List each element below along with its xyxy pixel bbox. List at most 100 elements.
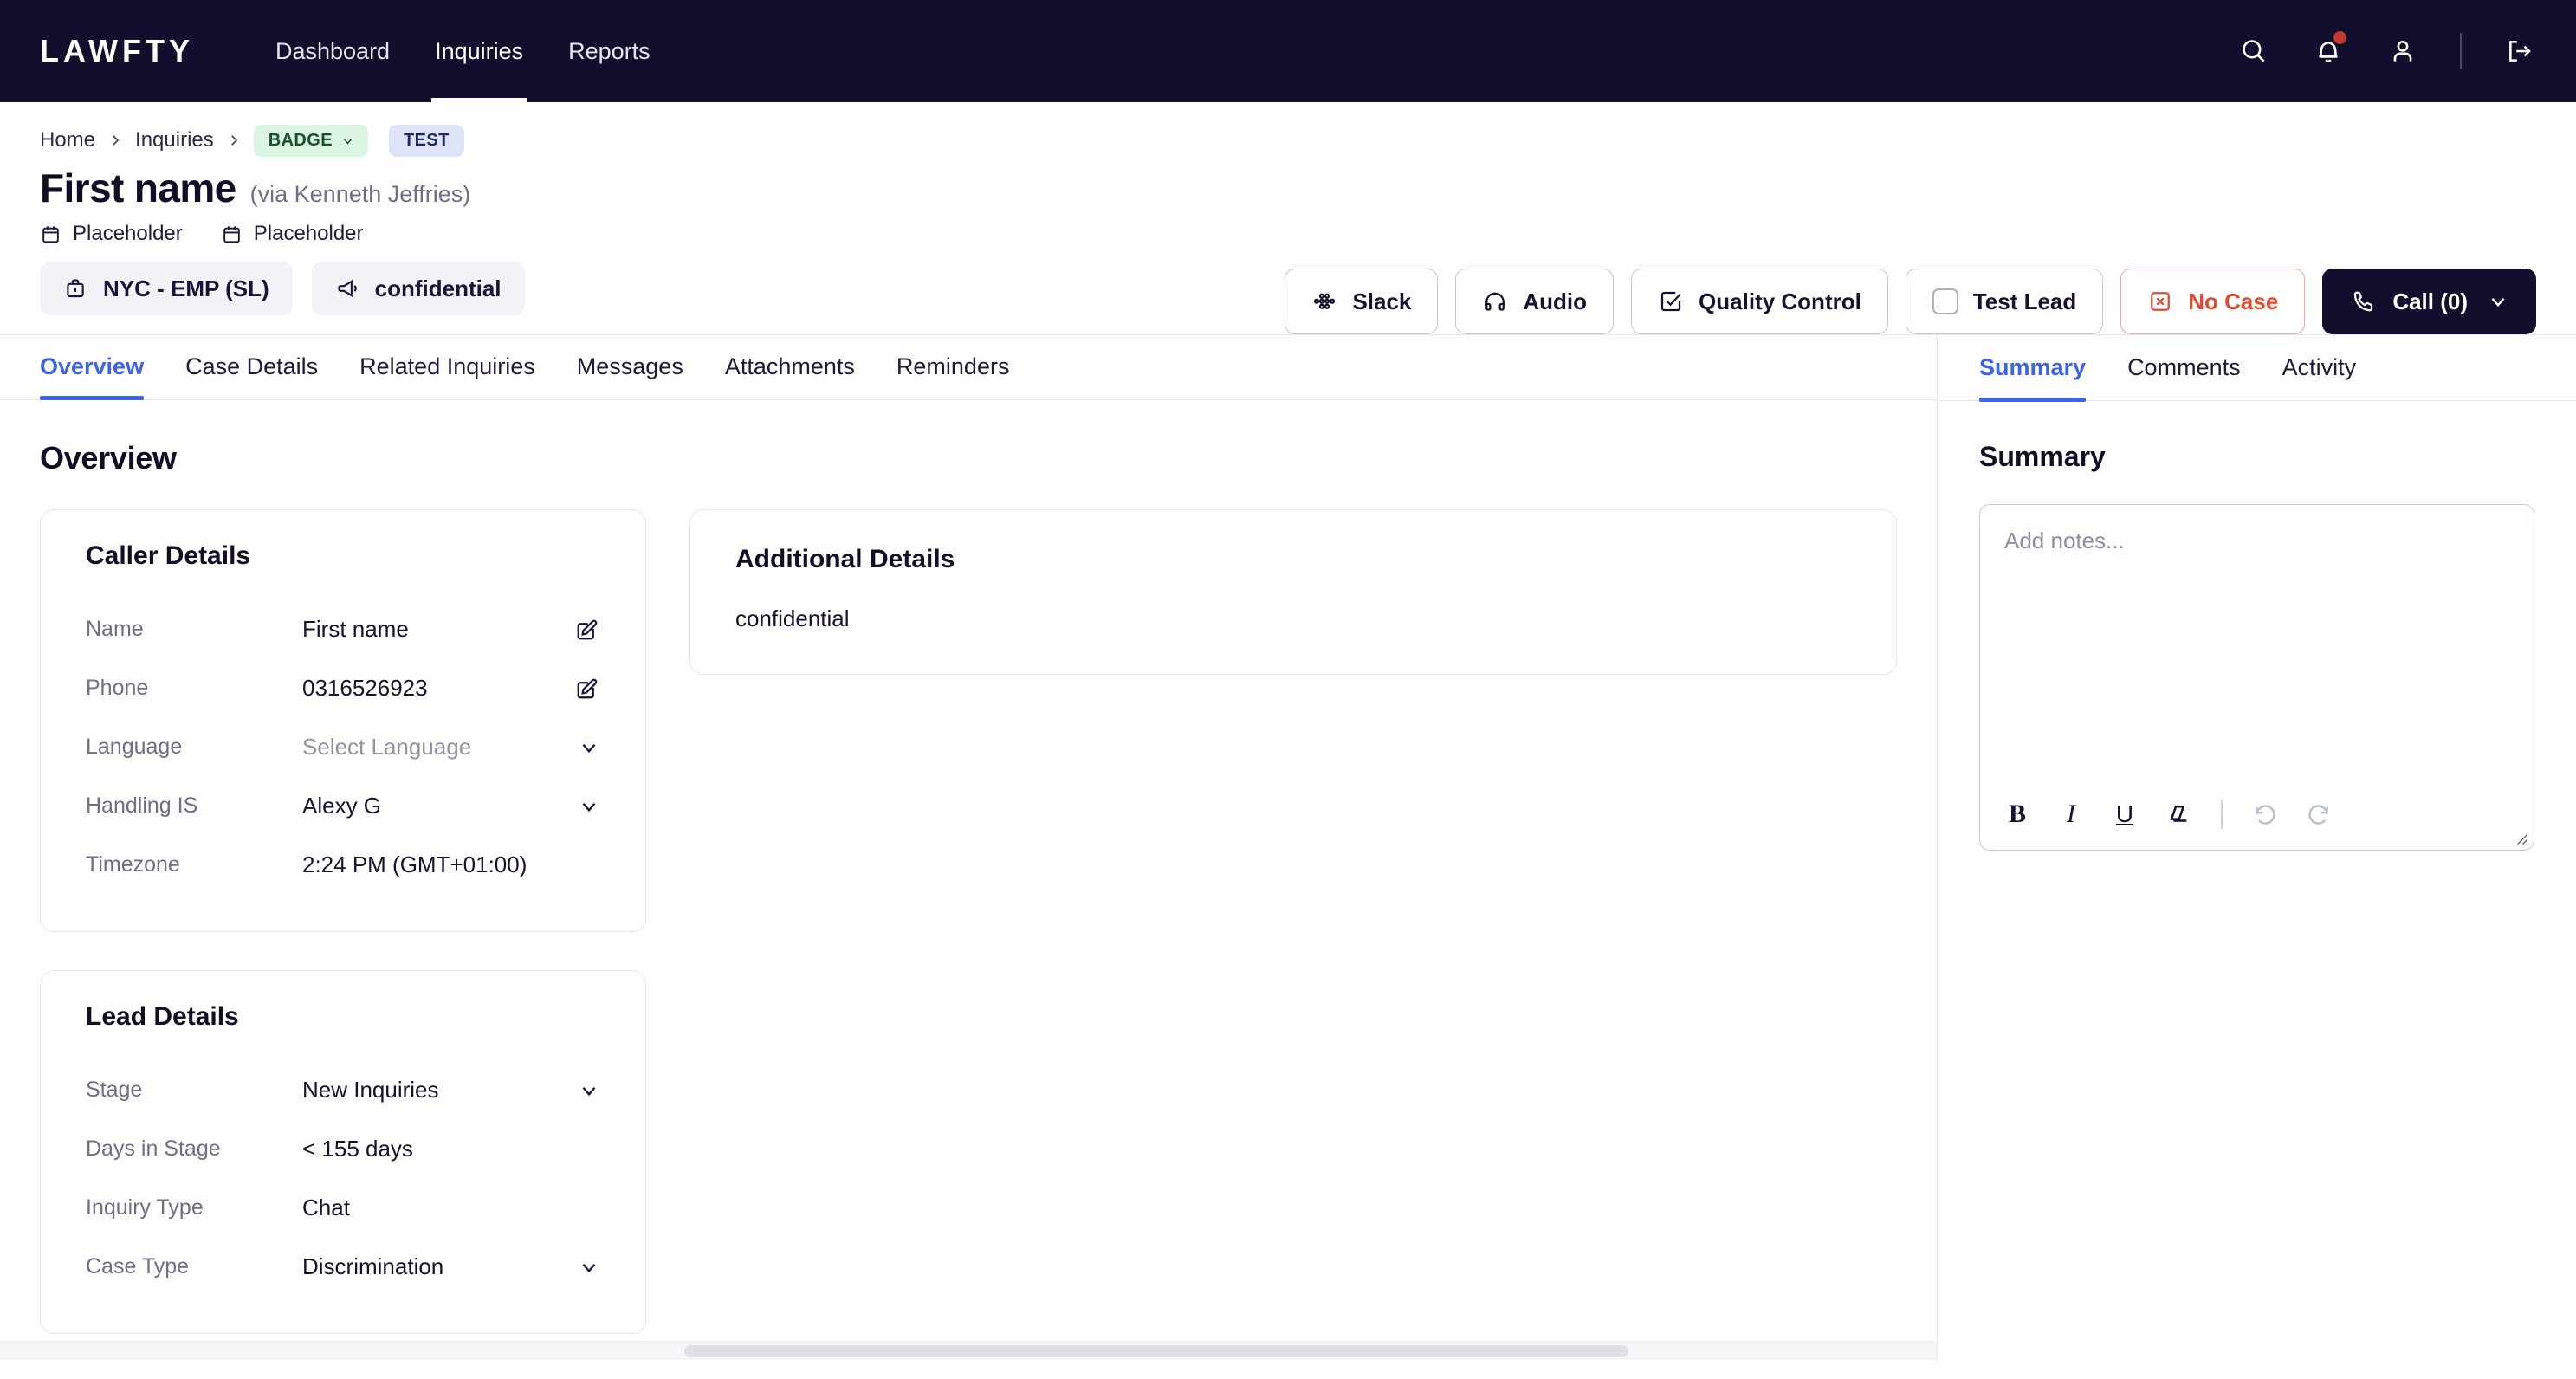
call-button[interactable]: Call (0) bbox=[2322, 269, 2536, 334]
field-label-language: Language bbox=[86, 735, 183, 760]
italic-icon[interactable]: I bbox=[2055, 798, 2087, 831]
highlight-eraser-icon[interactable] bbox=[2162, 798, 2195, 831]
slack-icon bbox=[1314, 293, 1336, 309]
field-value-language[interactable]: Select Language bbox=[302, 734, 566, 761]
chevron-right-icon bbox=[107, 133, 123, 148]
notes-editor-toolbar: B I U bbox=[1980, 798, 2534, 850]
top-navigation-bar: LAWFTY Dashboard Inquiries Reports bbox=[0, 0, 2576, 102]
chip-office-label: NYC - EMP (SL) bbox=[103, 275, 269, 301]
user-account-icon[interactable] bbox=[2385, 34, 2420, 68]
tab-messages[interactable]: Messages bbox=[556, 353, 704, 399]
tab-attachments[interactable]: Attachments bbox=[704, 353, 876, 399]
redo-icon[interactable] bbox=[2302, 798, 2335, 831]
tab-comments[interactable]: Comments bbox=[2107, 354, 2262, 400]
undo-icon[interactable] bbox=[2249, 798, 2282, 831]
field-value-days-in-stage: < 155 days bbox=[302, 1136, 413, 1162]
app-logo[interactable]: LAWFTY bbox=[40, 33, 194, 69]
test-badge: TEST bbox=[388, 124, 464, 157]
tab-reminders[interactable]: Reminders bbox=[876, 353, 1031, 399]
handling-is-chevron-down-icon[interactable] bbox=[566, 795, 600, 818]
overview-cards-grid: Caller Details Name First name Phone 031… bbox=[40, 508, 1897, 1334]
notes-editor: Add notes... B I U bbox=[1979, 504, 2534, 851]
test-lead-button-label: Test Lead bbox=[1972, 288, 2077, 314]
field-label-timezone: Timezone bbox=[86, 852, 180, 877]
field-row-days-in-stage: Days in Stage < 155 days bbox=[86, 1120, 600, 1179]
field-value-stage[interactable]: New Inquiries bbox=[302, 1077, 566, 1104]
page-title: First name bbox=[40, 165, 236, 210]
tab-case-details[interactable]: Case Details bbox=[165, 353, 339, 399]
horizontal-scrollbar-thumb[interactable] bbox=[684, 1345, 1628, 1357]
nav-divider bbox=[2460, 33, 2462, 69]
underline-icon[interactable]: U bbox=[2108, 798, 2141, 831]
field-value-timezone: 2:24 PM (GMT+01:00) bbox=[302, 851, 527, 878]
nav-actions bbox=[2236, 31, 2536, 69]
notification-badge-dot bbox=[2333, 31, 2346, 44]
bold-icon[interactable]: B bbox=[2001, 798, 2034, 831]
check-square-icon bbox=[1660, 291, 1681, 312]
primary-nav: Dashboard Inquiries Reports bbox=[253, 0, 673, 102]
field-label-name: Name bbox=[86, 617, 144, 642]
caller-details-card: Caller Details Name First name Phone 031… bbox=[40, 508, 646, 932]
badge-label: BADGE bbox=[268, 130, 333, 150]
field-value-inquiry-type: Chat bbox=[302, 1194, 350, 1221]
horizontal-scrollbar[interactable] bbox=[0, 1341, 1937, 1360]
notes-input[interactable]: Add notes... bbox=[1980, 505, 2534, 798]
breadcrumb: Home Inquiries BADGE TEST bbox=[40, 124, 2536, 157]
audio-button-label: Audio bbox=[1523, 288, 1588, 314]
field-row-handling-is: Handling IS Alexy G bbox=[86, 777, 600, 836]
chip-office[interactable]: NYC - EMP (SL) bbox=[40, 262, 293, 315]
overview-right-column: Additional Details confidential bbox=[689, 508, 1897, 675]
title-row: First name (via Kenneth Jeffries) bbox=[40, 165, 2536, 211]
tab-summary[interactable]: Summary bbox=[1979, 354, 2107, 402]
language-chevron-down-icon[interactable] bbox=[566, 736, 600, 759]
no-case-button[interactable]: No Case bbox=[2120, 269, 2306, 334]
field-row-timezone: Timezone 2:24 PM (GMT+01:00) bbox=[86, 836, 600, 895]
quality-control-button-label: Quality Control bbox=[1699, 288, 1861, 314]
nav-link-dashboard[interactable]: Dashboard bbox=[253, 0, 412, 102]
field-row-case-type: Case Type Discrimination bbox=[86, 1238, 600, 1297]
field-row-inquiry-type: Inquiry Type Chat bbox=[86, 1179, 600, 1238]
body-split: Overview Case Details Related Inquiries … bbox=[0, 334, 2576, 1360]
briefcase-icon bbox=[67, 279, 84, 298]
search-icon[interactable] bbox=[2236, 34, 2271, 68]
field-value-name: First name bbox=[302, 616, 409, 643]
chip-confidential[interactable]: confidential bbox=[311, 262, 525, 315]
chevron-down-icon bbox=[343, 138, 353, 145]
field-value-handling-is[interactable]: Alexy G bbox=[302, 793, 566, 819]
field-label-inquiry-type: Inquiry Type bbox=[86, 1195, 204, 1220]
tab-overview[interactable]: Overview bbox=[40, 353, 165, 401]
tab-related-inquiries[interactable]: Related Inquiries bbox=[339, 353, 556, 399]
meta-date-1-label: Placeholder bbox=[73, 222, 183, 245]
breadcrumb-inquiries[interactable]: Inquiries bbox=[135, 128, 214, 152]
meta-date-1: Placeholder bbox=[40, 222, 183, 246]
field-label-days-in-stage: Days in Stage bbox=[86, 1136, 221, 1162]
headphones-icon bbox=[1485, 292, 1505, 311]
additional-details-title: Additional Details bbox=[735, 544, 955, 573]
logout-icon[interactable] bbox=[2502, 34, 2536, 68]
notifications-bell-icon[interactable] bbox=[2311, 31, 2346, 68]
audio-button[interactable]: Audio bbox=[1455, 269, 1615, 334]
field-value-case-type[interactable]: Discrimination bbox=[302, 1253, 566, 1280]
quality-control-button[interactable]: Quality Control bbox=[1631, 269, 1888, 334]
field-label-handling-is: Handling IS bbox=[86, 793, 198, 819]
page-header: Home Inquiries BADGE TEST First name (vi… bbox=[0, 102, 2576, 334]
checkbox-empty-icon[interactable] bbox=[1932, 288, 1958, 314]
badge-dropdown[interactable]: BADGE bbox=[253, 124, 368, 157]
breadcrumb-home[interactable]: Home bbox=[40, 128, 95, 152]
field-label-phone: Phone bbox=[86, 676, 149, 701]
stage-chevron-down-icon[interactable] bbox=[566, 1079, 600, 1102]
test-lead-button[interactable]: Test Lead bbox=[1905, 269, 2104, 334]
page-title-via: (via Kenneth Jeffries) bbox=[249, 181, 471, 207]
nav-link-inquiries[interactable]: Inquiries bbox=[412, 0, 546, 102]
edit-name-icon[interactable] bbox=[566, 617, 600, 643]
overview-pane: Overview Caller Details Name First name bbox=[0, 400, 1937, 1360]
case-type-chevron-down-icon[interactable] bbox=[566, 1256, 600, 1279]
slack-button-label: Slack bbox=[1352, 288, 1412, 314]
field-label-stage: Stage bbox=[86, 1078, 143, 1103]
slack-button[interactable]: Slack bbox=[1285, 269, 1439, 334]
field-label-case-type: Case Type bbox=[86, 1254, 190, 1279]
edit-phone-icon[interactable] bbox=[566, 676, 600, 702]
field-row-phone: Phone 0316526923 bbox=[86, 659, 600, 718]
nav-link-reports[interactable]: Reports bbox=[546, 0, 673, 102]
tab-activity[interactable]: Activity bbox=[2262, 354, 2378, 400]
